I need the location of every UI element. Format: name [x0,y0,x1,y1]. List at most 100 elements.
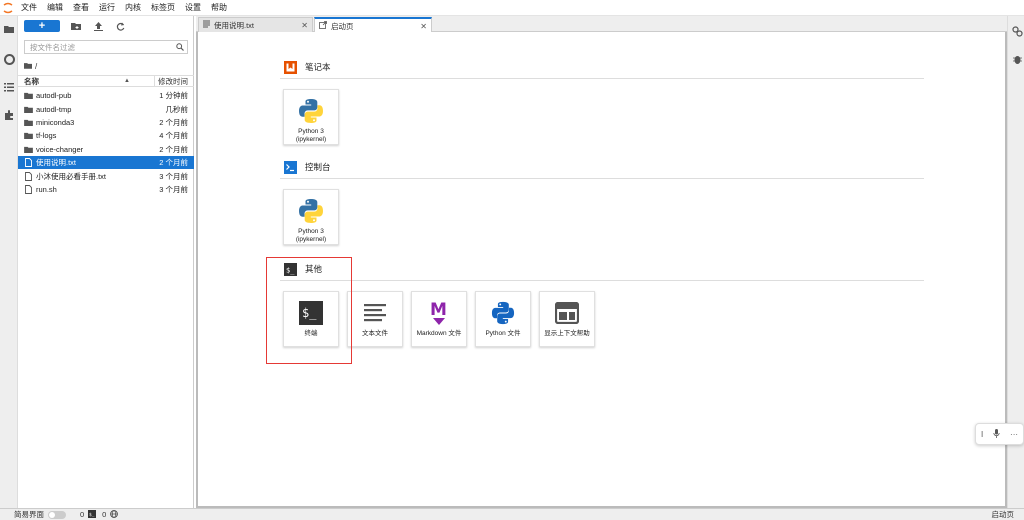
file-modified: 3 个月前 [159,171,188,181]
card-label: Python 3 (ipykernel) [295,128,327,143]
card-contextual-help[interactable]: 显示上下文帮助 [539,291,595,347]
file-name: autodl-pub [36,91,72,101]
file-list-header: 名称 ▲ 修改时间 [18,75,194,87]
header-modified[interactable]: 修改时间 [154,75,194,87]
launcher-icon [319,21,327,31]
section-console: 控制台 [283,159,331,175]
menu-view[interactable]: 查看 [68,0,94,16]
card-text-file[interactable]: 文本文件 [347,291,403,347]
header-name[interactable]: 名称 [18,76,124,87]
language-globe-icon[interactable] [106,509,119,520]
python-icon [296,196,326,226]
card-label: Python 文件 [485,330,521,337]
file-row[interactable]: miniconda3 2 个月前 [18,116,194,129]
mic-icon[interactable] [993,428,1000,440]
menu-run[interactable]: 运行 [94,0,120,16]
search-icon [173,43,187,51]
text-file-icon [360,298,390,328]
breadcrumb-path[interactable]: / [35,62,37,71]
card-label: Python 3 (ipykernel) [295,228,327,243]
highlight-box [266,257,352,364]
section-divider [280,178,924,179]
svg-text:$_: $_ [89,512,95,518]
simple-mode-toggle[interactable] [48,510,66,519]
menu-help[interactable]: 帮助 [206,0,232,16]
file-name: tf-logs [36,131,57,141]
more-icon[interactable]: ··· [1010,430,1018,439]
menu-bar: 文件 编辑 查看 运行 内核 标签页 设置 帮助 [0,0,1024,16]
file-browser: + 按文件名过滤 / 名称 ▲ 修改时间 autodl-pub 1 分钟前 auto… [18,16,194,508]
terminal-status-icon: $_ [84,509,97,520]
file-list: autodl-pub 1 分钟前 autodl-tmp 几秒前 miniconda3 2 … [18,89,194,196]
running-icon[interactable] [3,53,15,65]
file-name: 小沐使用必看手册.txt [36,171,107,181]
close-icon[interactable]: ✕ [420,22,427,31]
file-modified: 几秒前 [165,104,189,114]
file-row[interactable]: voice-changer 2 个月前 [18,143,194,156]
section-title: 控制台 [305,162,331,172]
file-modified: 4 个月前 [159,131,188,141]
section-divider [280,280,924,281]
file-row[interactable]: autodl-tmp 几秒前 [18,102,194,115]
filter-input[interactable]: 按文件名过滤 [24,40,188,54]
section-title: 笔记本 [305,62,331,72]
card-python-file[interactable]: Python 文件 [475,291,531,347]
file-modified: 2 个月前 [159,158,188,168]
file-modified: 2 个月前 [159,117,188,127]
menu-settings[interactable]: 设置 [180,0,206,16]
section-divider [280,78,924,79]
file-row[interactable]: run.sh 3 个月前 [18,183,194,196]
folder-icon [18,92,34,100]
tab-readme[interactable]: 使用说明.txt ✕ [198,17,313,32]
file-row[interactable]: autodl-pub 1 分钟前 [18,89,194,102]
cursor-icon[interactable]: I [981,430,983,439]
jupyter-logo [0,0,16,16]
status-current-tab: 启动页 [991,510,1015,519]
debugger-icon[interactable] [1011,53,1023,65]
toc-icon[interactable] [3,81,15,93]
file-name: 使用说明.txt [36,158,77,168]
menu-edit[interactable]: 编辑 [42,0,68,16]
filter-placeholder: 按文件名过滤 [30,42,75,52]
breadcrumb[interactable]: / [24,61,37,71]
file-modified: 1 分钟前 [159,91,188,101]
file-row[interactable]: tf-logs 4 个月前 [18,129,194,142]
menu-tabs[interactable]: 标签页 [146,0,180,16]
file-modified: 2 个月前 [159,144,188,154]
menu-kernel[interactable]: 内核 [120,0,146,16]
tab-label: 启动页 [331,21,354,31]
section-notebook: 笔记本 [283,59,331,75]
extensions-icon[interactable] [3,109,15,121]
new-launcher-button[interactable]: + [24,20,60,32]
card-markdown-file[interactable]: M Markdown 文件 [411,291,467,347]
sort-caret-icon[interactable]: ▲ [124,78,154,84]
tab-launcher[interactable]: 启动页 ✕ [314,17,432,33]
close-icon[interactable]: ✕ [301,21,308,30]
tab-label: 使用说明.txt [214,20,255,30]
kernels-count[interactable]: 0 [66,510,84,519]
notebook-icon [283,60,297,74]
card-notebook-python3[interactable]: Python 3 (ipykernel) [283,89,339,145]
status-bar: 简易界面 0 $_ 0 启动页 [0,508,1024,520]
python-icon [488,298,518,328]
floating-toolbar: I ··· [975,423,1024,445]
file-row[interactable]: 使用说明.txt 2 个月前 [18,155,194,170]
folder-icon [18,146,34,153]
property-inspector-icon[interactable] [1011,25,1023,37]
card-label: 显示上下文帮助 [544,330,590,337]
menu-file[interactable]: 文件 [16,0,42,16]
upload-icon[interactable] [92,20,104,32]
home-folder-icon[interactable] [24,62,32,71]
card-console-python3[interactable]: Python 3 (ipykernel) [283,189,339,245]
terminals-count[interactable]: 0 [96,510,106,519]
file-row[interactable]: 小沐使用必看手册.txt 3 个月前 [18,169,194,182]
card-label: Markdown 文件 [416,330,462,337]
refresh-icon[interactable] [114,20,126,32]
simple-mode-label: 简易界面 [14,510,44,519]
new-folder-icon[interactable] [70,20,82,32]
folder-icon[interactable] [3,23,15,35]
launcher-panel: 笔记本 Python 3 (ipykernel) 控制台 Python 3 (i… [196,32,1007,508]
file-modified: 3 个月前 [159,184,188,194]
markdown-icon: M [424,298,454,328]
python-icon [296,96,326,126]
